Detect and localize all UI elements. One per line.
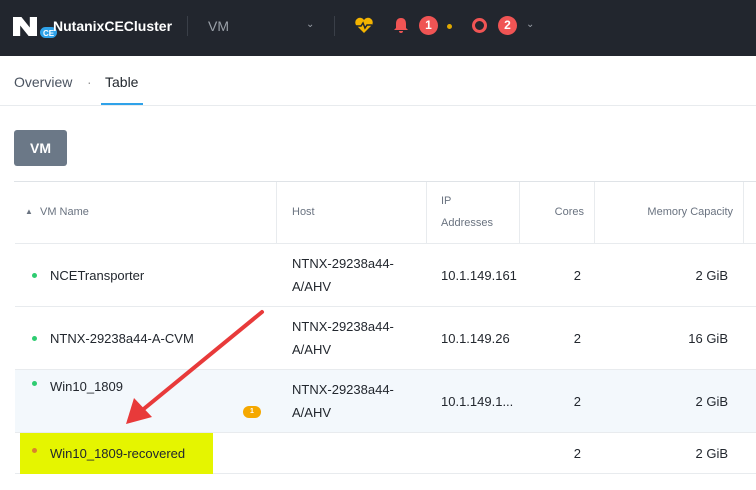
annotation-arrow — [126, 310, 264, 424]
